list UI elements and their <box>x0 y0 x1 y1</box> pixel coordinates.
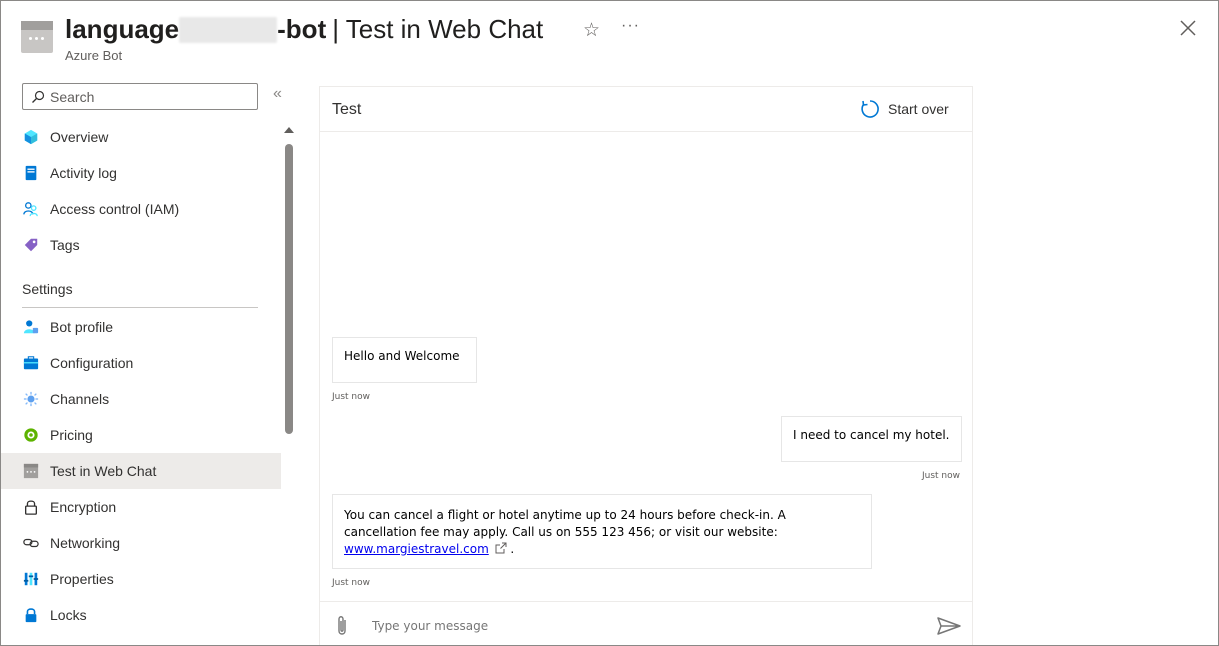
nav-label: Encryption <box>50 499 117 515</box>
nav-item-overview[interactable]: Overview <box>1 119 281 155</box>
chat-header: Test Start over <box>320 87 972 132</box>
message-text-end: . <box>510 542 515 556</box>
title-page-name: | Test in Web Chat <box>332 14 544 44</box>
nav-item-pricing[interactable]: Pricing <box>1 417 281 453</box>
message-input-bar <box>320 601 972 645</box>
message-text: Hello and Welcome <box>344 349 460 363</box>
message-timestamp: Just now <box>332 578 371 588</box>
search-icon <box>32 90 45 103</box>
page-header: language -bot | Test in Web Chat Azure B… <box>1 1 1218 71</box>
portal-frame: language -bot | Test in Web Chat Azure B… <box>0 0 1219 646</box>
redacted-text <box>179 16 278 43</box>
access-control-icon <box>22 200 40 218</box>
user-message: I need to cancel my hotel. <box>781 416 962 462</box>
menu-search-input[interactable]: Search <box>22 83 258 110</box>
page-subtitle: Azure Bot <box>65 48 123 63</box>
sidebar-scrollbar[interactable] <box>285 144 293 434</box>
nav-label: Locks <box>50 607 87 623</box>
nav-item-bot-profile[interactable]: Bot profile <box>1 309 281 345</box>
nav-label: Channels <box>50 391 110 407</box>
nav-label: Test in Web Chat <box>50 463 157 479</box>
resource-menu: Search « Overview Activity log Access co… <box>1 81 301 645</box>
message-text-line: You can cancel a flight or hotel anytime… <box>344 508 786 522</box>
settings-section-header: Settings <box>22 281 73 297</box>
page-title: language -bot | Test in Web Chat <box>65 14 543 45</box>
nav-item-activity-log[interactable]: Activity log <box>1 155 281 191</box>
nav-item-channels[interactable]: Channels <box>1 381 281 417</box>
external-link-icon <box>495 542 507 554</box>
pricing-icon <box>22 426 40 444</box>
close-icon[interactable] <box>1177 17 1199 39</box>
networking-icon <box>22 534 40 552</box>
nav-item-locks[interactable]: Locks <box>1 597 281 633</box>
message-input[interactable] <box>372 614 912 638</box>
nav-item-networking[interactable]: Networking <box>1 525 281 561</box>
nav-label: Overview <box>50 129 109 145</box>
message-timestamp: Just now <box>922 471 961 481</box>
nav-label: Access control (IAM) <box>50 201 180 217</box>
send-icon[interactable] <box>936 616 962 636</box>
favorite-star-icon[interactable]: ☆ <box>583 19 600 42</box>
configuration-icon <box>22 354 40 372</box>
nav-item-access-control[interactable]: Access control (IAM) <box>1 191 281 227</box>
section-divider <box>22 307 258 308</box>
nav-label: Networking <box>50 535 121 551</box>
title-prefix: language <box>65 14 180 44</box>
nav-item-encryption[interactable]: Encryption <box>1 489 281 525</box>
start-over-label: Start over <box>888 101 949 117</box>
web-chat-icon <box>22 462 40 480</box>
more-options-icon[interactable]: ··· <box>621 17 640 35</box>
tag-icon <box>22 236 40 254</box>
nav-item-tags[interactable]: Tags <box>1 227 281 263</box>
properties-icon <box>22 570 40 588</box>
website-link[interactable]: www.margiestravel.com <box>344 542 489 556</box>
message-text: I need to cancel my hotel. <box>793 428 950 442</box>
chat-title: Test <box>332 101 362 118</box>
nav-item-configuration[interactable]: Configuration <box>1 345 281 381</box>
nav-label: Configuration <box>50 355 134 371</box>
nav-item-test-in-web-chat[interactable]: Test in Web Chat <box>1 453 281 489</box>
start-over-button[interactable]: Start over <box>860 99 949 119</box>
collapse-menu-icon[interactable]: « <box>273 85 282 103</box>
bot-message: You can cancel a flight or hotel anytime… <box>332 494 872 569</box>
nav-label: Activity log <box>50 165 117 181</box>
scroll-up-arrow-icon[interactable] <box>284 127 294 133</box>
lock-icon <box>22 606 40 624</box>
web-chat-panel: Test Start over Hello and Welcome Just n… <box>319 86 973 645</box>
refresh-icon <box>861 100 879 118</box>
nav-label: Pricing <box>50 427 93 443</box>
overview-icon <box>22 128 40 146</box>
nav-label: Tags <box>50 237 80 253</box>
lock-outline-icon <box>22 498 40 516</box>
nav-label: Properties <box>50 571 114 587</box>
message-text-line: cancellation fee may apply. Call us on 5… <box>344 525 778 539</box>
bot-message: Hello and Welcome <box>332 337 477 383</box>
bot-profile-icon <box>22 318 40 336</box>
message-timestamp: Just now <box>332 392 371 402</box>
paperclip-icon[interactable] <box>332 614 352 638</box>
channels-icon <box>22 390 40 408</box>
nav-item-properties[interactable]: Properties <box>1 561 281 597</box>
search-placeholder: Search <box>50 88 95 105</box>
nav-label: Bot profile <box>50 319 114 335</box>
title-suffix: -bot <box>277 14 327 44</box>
azure-bot-resource-icon <box>21 21 53 53</box>
activity-log-icon <box>22 164 40 182</box>
